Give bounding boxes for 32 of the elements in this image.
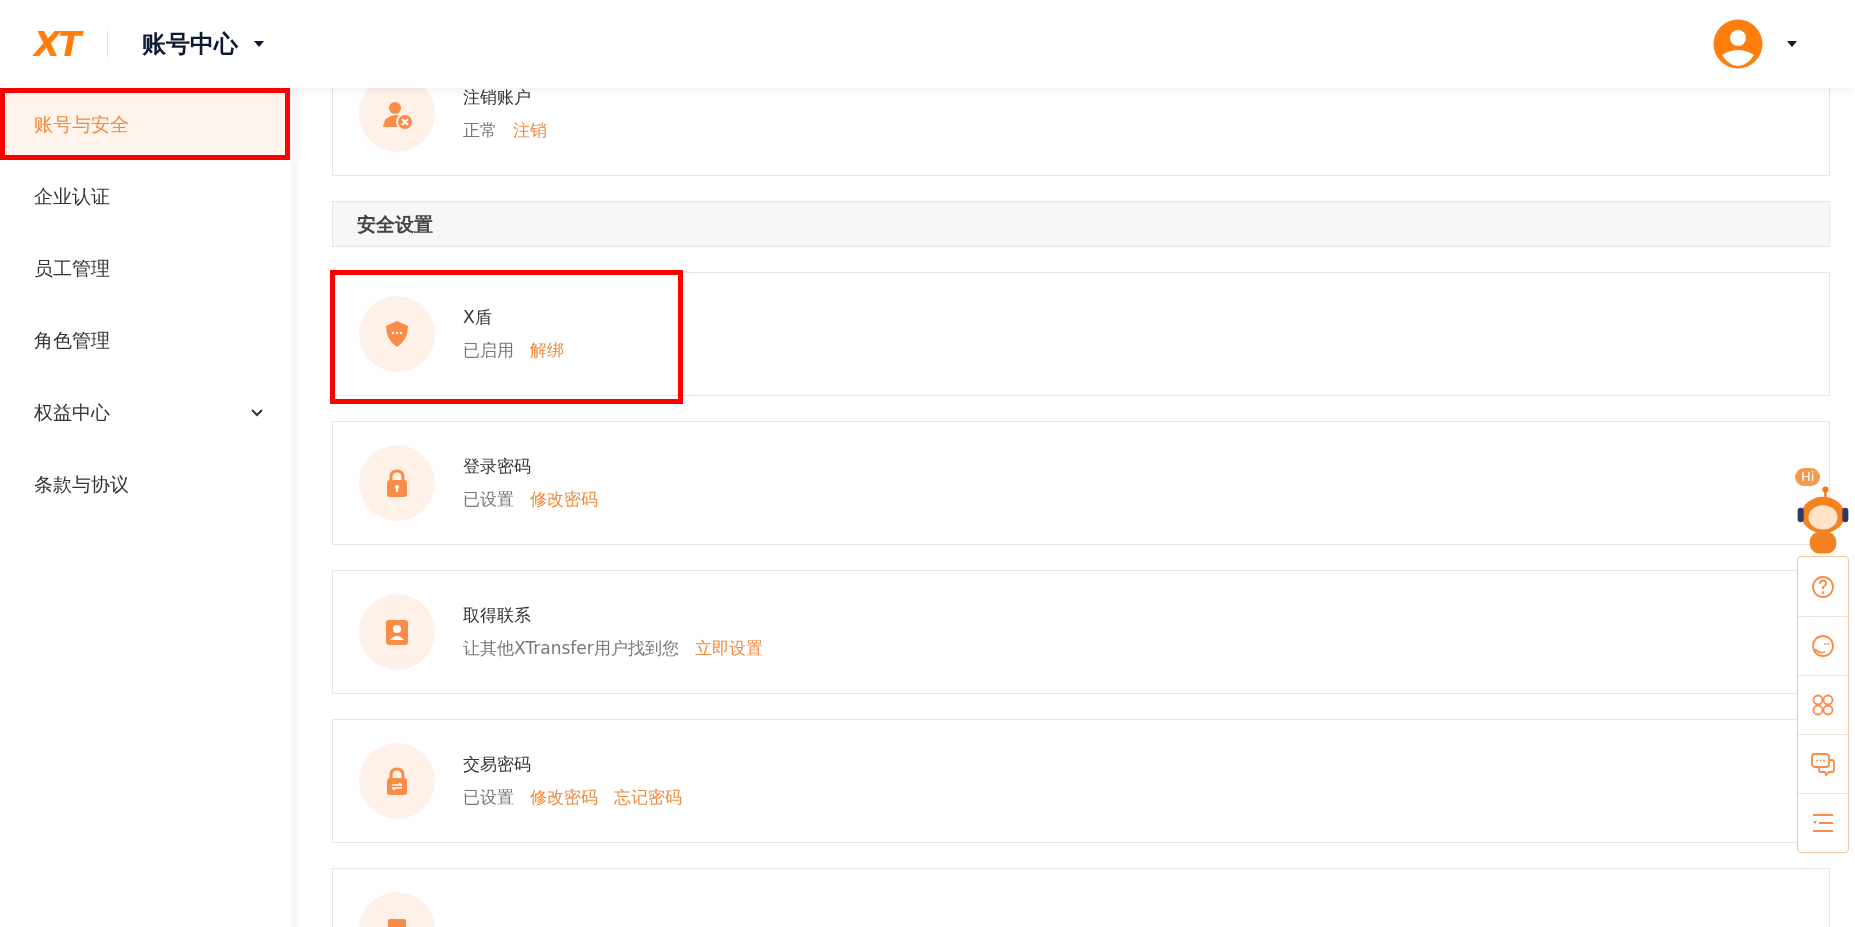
action-link[interactable]: 立即设置 — [694, 636, 763, 662]
avatar-icon[interactable] — [1713, 19, 1763, 69]
sidebar-item[interactable]: 条款与协议 — [0, 448, 290, 520]
action-link[interactable]: 解绑 — [530, 338, 564, 364]
action-link[interactable]: 忘记密码 — [614, 785, 682, 811]
status-text: 正常 — [463, 119, 497, 142]
status-text: 已设置 — [463, 488, 514, 511]
caret-icon[interactable] — [254, 41, 265, 47]
headset-face-icon[interactable] — [1810, 633, 1836, 659]
caret-icon[interactable] — [1787, 41, 1797, 47]
greeting-bubble: Hi — [1795, 468, 1821, 486]
setting-title: 登录密码 — [463, 454, 532, 478]
help-icon[interactable] — [1810, 573, 1836, 600]
sidebar-item[interactable]: 账号与安全 — [0, 88, 290, 160]
setting-title: 交易密码 — [463, 752, 532, 776]
sidebar-item[interactable]: 企业认证 — [0, 160, 290, 232]
apps-icon[interactable] — [1810, 692, 1836, 718]
action-link[interactable]: 注销 — [513, 118, 547, 144]
action-link[interactable]: 修改密码 — [530, 785, 598, 811]
status-text: 已启用 — [463, 339, 514, 362]
sidebar-item[interactable]: 权益中心 — [0, 376, 290, 448]
setting-title: X盾 — [463, 305, 493, 329]
sidebar-item[interactable]: 角色管理 — [0, 304, 290, 376]
page-title[interactable]: 账号中心 — [142, 26, 239, 62]
chat-icon[interactable] — [1810, 751, 1836, 777]
action-link[interactable]: 修改密码 — [530, 487, 598, 513]
status-text: 已设置 — [463, 786, 514, 809]
section-heading: 安全设置 — [332, 201, 1830, 247]
status-text: 让其他XTransfer用户找到您 — [463, 637, 679, 660]
setting-title: 取得联系 — [463, 603, 532, 627]
sidebar-item[interactable]: 员工管理 — [0, 232, 290, 304]
setting-title: 注销账户 — [463, 88, 532, 109]
